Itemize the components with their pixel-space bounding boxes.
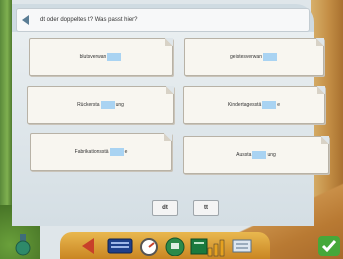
gauge-icon[interactable]	[138, 236, 160, 256]
notes-icon[interactable]	[231, 236, 253, 256]
word-card-4: Kindertagesstä e	[183, 86, 325, 124]
card-text-after: ung	[115, 102, 124, 108]
card-text-after: e	[277, 102, 281, 108]
card-fold	[166, 86, 174, 94]
answer-gap[interactable]	[109, 148, 124, 156]
card-fold	[321, 136, 329, 144]
card-text-after: e	[124, 149, 128, 155]
answer-gap[interactable]	[262, 53, 277, 61]
card-text-before: Kindertagesstä	[227, 102, 262, 108]
answer-gap[interactable]	[100, 101, 115, 109]
word-card-1: blutsverwan	[29, 38, 173, 76]
card-text-before: geistesverwan	[230, 54, 262, 60]
card-text-after: ung	[267, 152, 276, 158]
answer-gap[interactable]	[107, 53, 122, 61]
question-bar: dt oder doppeltes t? Was passt hier?	[16, 8, 310, 32]
answer-gap[interactable]	[262, 101, 277, 109]
option-dt-button[interactable]: dt	[152, 200, 178, 216]
card-fold	[164, 133, 172, 141]
card-text-before: Fabrikationsstä	[74, 149, 109, 155]
back-arrow-icon[interactable]	[80, 236, 102, 256]
card-fold	[317, 86, 325, 94]
answer-gap[interactable]	[252, 151, 267, 159]
card-text-before: Aussta	[236, 152, 252, 158]
card-text-before: blutsverwan	[79, 54, 107, 60]
word-card-5: Fabrikationsstä e	[30, 133, 172, 171]
card-fold	[165, 38, 173, 46]
option-tt-button[interactable]: tt	[193, 200, 219, 216]
flask-icon[interactable]	[14, 232, 32, 256]
check-button[interactable]	[318, 236, 340, 256]
phone-icon[interactable]	[164, 236, 186, 256]
card-fold	[316, 38, 324, 46]
word-card-6: Aussta ung	[183, 136, 329, 174]
word-card-3: Rückersta ung	[27, 86, 174, 124]
check-icon	[321, 240, 337, 253]
question-text: dt oder doppeltes t? Was passt hier?	[40, 17, 138, 23]
back-arrow-icon[interactable]	[20, 13, 34, 27]
word-card-2: geistesverwan	[184, 38, 324, 76]
card-text-before: Rückersta	[77, 102, 100, 108]
chart-icon[interactable]	[205, 238, 227, 258]
keyboard-icon[interactable]	[107, 236, 133, 256]
